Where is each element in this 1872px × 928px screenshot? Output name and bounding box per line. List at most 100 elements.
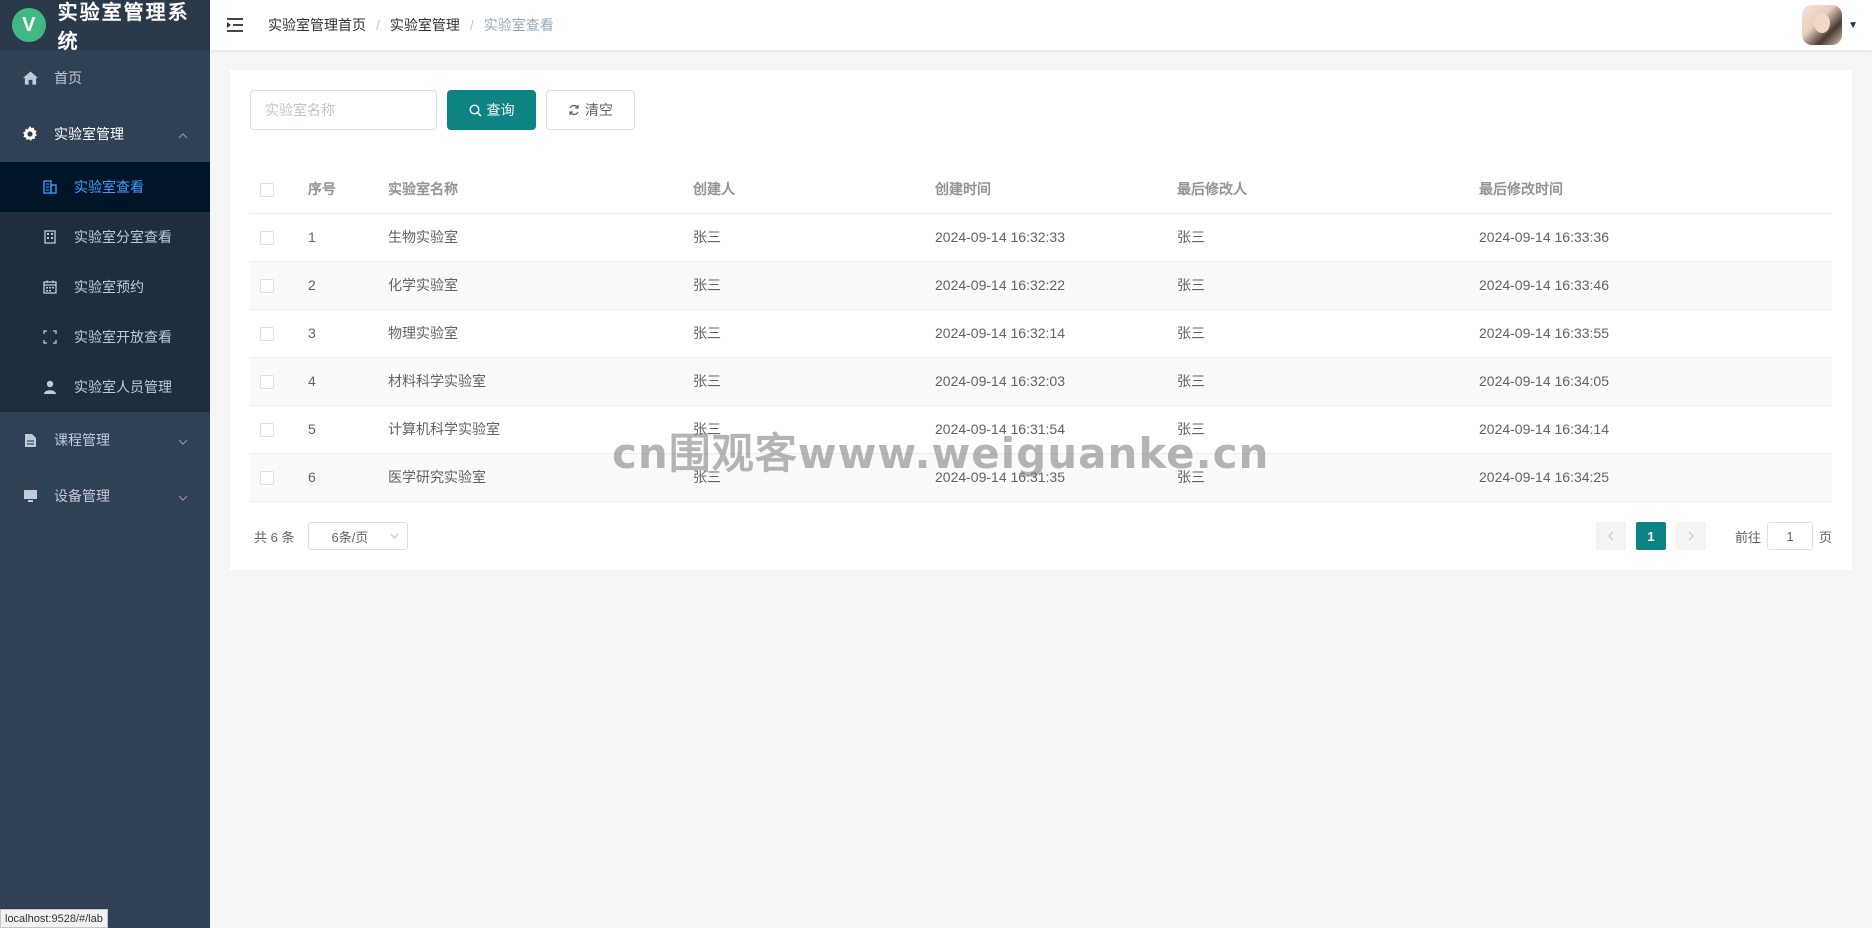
page-size-select[interactable]: 6条/页 [308,522,409,550]
next-page-button[interactable] [1675,522,1706,550]
row-select-cell [250,309,298,358]
chevron-down-icon [178,432,188,448]
table-cell: 张三 [683,405,925,454]
column-header: 最后修改时间 [1469,165,1832,214]
prev-page-button[interactable] [1595,522,1626,550]
table-cell: 2024-09-14 16:34:14 [1469,405,1832,454]
breadcrumb-home[interactable]: 实验室管理首页 [268,15,366,35]
lab-name-search-input[interactable] [250,90,437,130]
chevron-left-icon [1608,531,1614,541]
query-button-label: 查询 [486,102,515,118]
row-checkbox[interactable] [260,423,274,438]
table-row[interactable]: 1 生物实验室 张三 2024-09-14 16:32:33 张三 2024-0… [250,213,1832,262]
table-cell: 化学实验室 [378,261,683,310]
table-cell: 2024-09-14 16:34:05 [1469,357,1832,406]
column-header: 最后修改人 [1167,165,1469,214]
sidebar-item-home[interactable]: 首页 [0,50,210,106]
column-header: 创建时间 [925,165,1167,214]
search-icon [468,103,482,117]
row-checkbox[interactable] [260,279,274,294]
table-cell: 张三 [1167,453,1469,502]
pagination-controls: 1 前往 页 [1591,522,1832,550]
breadcrumb-lab-management[interactable]: 实验室管理 [390,15,460,35]
table-cell: 2024-09-14 16:33:55 [1469,309,1832,358]
table-row[interactable]: 6 医学研究实验室 张三 2024-09-14 16:31:35 张三 2024… [250,453,1832,502]
table-row[interactable]: 2 化学实验室 张三 2024-09-14 16:32:22 张三 2024-0… [250,261,1832,310]
sidebar-item-lab-room-view[interactable]: 实验室分室查看 [0,212,210,262]
table-row[interactable]: 4 材料科学实验室 张三 2024-09-14 16:32:03 张三 2024… [250,357,1832,406]
breadcrumb-current: 实验室查看 [483,17,554,33]
page-size-value: 6条/页 [331,529,369,545]
sidebar-item-label: 实验室开放查看 [74,329,172,345]
column-header: 创建人 [683,165,925,214]
table-cell: 2024-09-14 16:33:36 [1469,213,1832,262]
row-checkbox[interactable] [260,375,274,390]
calendar-icon [42,279,58,295]
menu-toggle-icon[interactable] [210,0,260,50]
logo[interactable]: V 实验室管理系统 [0,0,210,53]
goto-suffix: 页 [1818,529,1832,545]
table-cell: 张三 [1167,213,1469,262]
table-cell: 生物实验室 [378,213,683,262]
chevron-up-icon [178,126,188,142]
select-all-cell [250,165,298,214]
table-cell: 3 [298,309,378,358]
avatar[interactable] [1802,5,1843,45]
column-header: 序号 [298,165,378,214]
table-cell: 2024-09-14 16:32:22 [925,261,1167,310]
pagination: 共 6 条 6条/页 1 前往 页 [250,520,1832,552]
table-cell: 6 [298,453,378,502]
sidebar-item-lab-view[interactable]: 实验室查看 [0,162,210,212]
row-select-cell [250,213,298,262]
sidebar-item-lab-management[interactable]: 实验室管理 [0,106,210,162]
sidebar-item-label: 设备管理 [54,488,110,504]
table-cell: 2024-09-14 16:31:35 [925,453,1167,502]
table-cell: 张三 [1167,261,1469,310]
table-row[interactable]: 3 物理实验室 张三 2024-09-14 16:32:14 张三 2024-0… [250,309,1832,358]
sidebar-item-lab-staff[interactable]: 实验室人员管理 [0,362,210,412]
query-button[interactable]: 查询 [447,90,536,130]
page-number-button[interactable]: 1 [1635,522,1666,550]
table-cell: 2024-09-14 16:34:25 [1469,453,1832,502]
row-checkbox[interactable] [260,327,274,342]
caret-down-icon: ▼ [1848,19,1858,31]
home-icon [22,70,38,86]
chevron-down-icon [178,488,188,504]
app-title: 实验室管理系统 [57,0,190,53]
row-select-cell [250,453,298,502]
goto-page-input[interactable] [1766,522,1813,550]
row-checkbox[interactable] [260,231,274,246]
table-cell: 2024-09-14 16:32:03 [925,357,1167,406]
table-cell: 2 [298,261,378,310]
table-cell: 物理实验室 [378,309,683,358]
table-row[interactable]: 5 计算机科学实验室 张三 2024-09-14 16:31:54 张三 202… [250,405,1832,454]
table-cell: 5 [298,405,378,454]
user-menu[interactable]: ▼ [1802,5,1858,45]
clear-button[interactable]: 清空 [546,90,635,130]
column-header: 实验室名称 [378,165,683,214]
office-building-icon [42,229,58,245]
content-panel: 查询 清空 序号 实验室名称 创建人 创建时间 最后修改人 最后修改时间 [230,70,1852,570]
sidebar-item-label: 实验室分室查看 [74,229,172,245]
building-icon [42,179,58,195]
table-cell: 张三 [683,453,925,502]
sidebar-item-lab-booking[interactable]: 实验室预约 [0,262,210,312]
sidebar-item-course-management[interactable]: 课程管理 [0,412,210,468]
sidebar-item-lab-open-view[interactable]: 实验室开放查看 [0,312,210,362]
table-cell: 1 [298,213,378,262]
table-cell: 2024-09-14 16:32:14 [925,309,1167,358]
breadcrumb-separator: / [376,17,380,33]
row-checkbox[interactable] [260,471,274,486]
select-all-checkbox[interactable] [260,182,274,197]
sidebar: V 实验室管理系统 首页 实验室管理 实验室查看 实验室分室查看 实验室预约 实… [0,0,210,928]
sidebar-item-device-management[interactable]: 设备管理 [0,468,210,524]
lab-submenu: 实验室查看 实验室分室查看 实验室预约 实验室开放查看 实验室人员管理 [0,162,210,412]
fullscreen-icon [42,329,58,345]
chevron-down-icon [390,531,399,542]
table-cell: 2024-09-14 16:33:46 [1469,261,1832,310]
user-icon [42,379,58,395]
refresh-icon [568,104,580,116]
table-cell: 张三 [1167,309,1469,358]
table-header-row: 序号 实验室名称 创建人 创建时间 最后修改人 最后修改时间 [250,165,1832,214]
gear-icon [22,126,38,142]
